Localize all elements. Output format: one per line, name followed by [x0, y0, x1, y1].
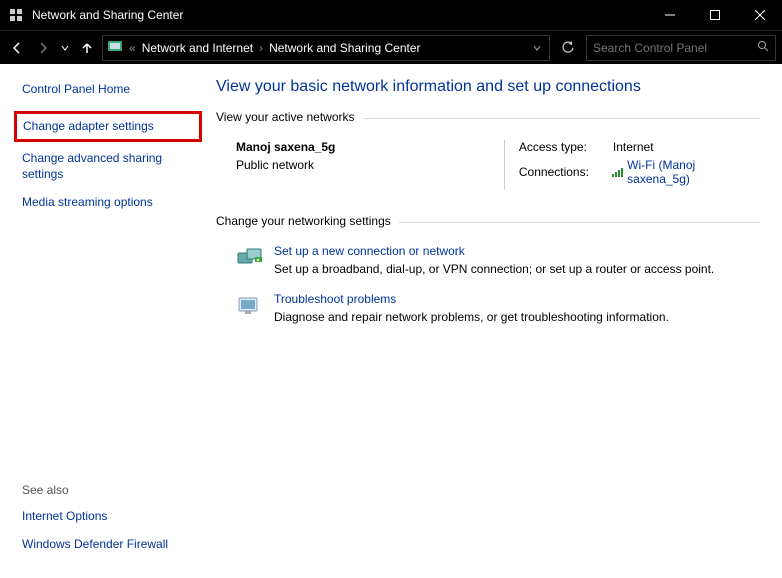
maximize-button[interactable]	[692, 0, 737, 30]
active-network: Manoj saxena_5g Public network Access ty…	[236, 140, 760, 190]
signal-icon	[612, 167, 623, 177]
divider	[399, 222, 760, 223]
sidebar-control-panel-home[interactable]: Control Panel Home	[22, 82, 198, 98]
connections-label: Connections:	[519, 165, 604, 179]
search-input[interactable]	[593, 41, 757, 55]
troubleshoot-link[interactable]: Troubleshoot problems	[274, 292, 669, 306]
address-icon	[107, 38, 123, 57]
close-button[interactable]	[737, 0, 782, 30]
sidebar-defender-firewall[interactable]: Windows Defender Firewall	[22, 537, 168, 553]
search-box[interactable]	[586, 35, 776, 61]
back-button[interactable]	[6, 37, 28, 59]
app-icon	[8, 7, 24, 23]
active-networks-label: View your active networks	[216, 110, 355, 124]
window-title: Network and Sharing Center	[32, 8, 647, 22]
sidebar: Control Panel Home Change adapter settin…	[0, 64, 210, 578]
setup-connection-link[interactable]: Set up a new connection or network	[274, 244, 714, 258]
toolbar: « Network and Internet › Network and Sha…	[0, 30, 782, 64]
sidebar-change-advanced-sharing[interactable]: Change advanced sharing settings	[22, 151, 198, 182]
main-panel: View your basic network information and …	[210, 64, 782, 578]
page-title: View your basic network information and …	[216, 78, 760, 96]
address-prefix: «	[129, 41, 136, 55]
refresh-button[interactable]	[554, 35, 582, 61]
recent-dropdown[interactable]	[58, 37, 72, 59]
content: Control Panel Home Change adapter settin…	[0, 64, 782, 578]
see-also-section: See also Internet Options Windows Defend…	[22, 483, 198, 566]
window-buttons	[647, 0, 782, 30]
up-button[interactable]	[76, 37, 98, 59]
troubleshoot-icon	[236, 294, 264, 318]
breadcrumb-network-internet[interactable]: Network and Internet	[142, 41, 253, 55]
network-name: Manoj saxena_5g	[236, 140, 504, 154]
chevron-right-icon: ›	[259, 41, 263, 55]
access-type-value: Internet	[613, 140, 654, 154]
troubleshoot-item: Troubleshoot problems Diagnose and repai…	[236, 292, 760, 324]
troubleshoot-desc: Diagnose and repair network problems, or…	[274, 310, 669, 324]
minimize-button[interactable]	[647, 0, 692, 30]
forward-button[interactable]	[32, 37, 54, 59]
sidebar-internet-options[interactable]: Internet Options	[22, 509, 107, 525]
address-bar[interactable]: « Network and Internet › Network and Sha…	[102, 35, 550, 61]
see-also-heading: See also	[22, 483, 198, 497]
wifi-connection-link[interactable]: Wi-Fi (Manoj saxena_5g)	[612, 158, 760, 186]
change-settings-header: Change your networking settings	[216, 214, 760, 230]
search-icon	[757, 40, 769, 55]
setup-connection-item: Set up a new connection or network Set u…	[236, 244, 760, 276]
setup-connection-icon	[236, 246, 264, 270]
divider	[363, 118, 760, 119]
network-identity: Manoj saxena_5g Public network	[236, 140, 504, 190]
network-details: Access type: Internet Connections: Wi-Fi…	[504, 140, 760, 190]
address-dropdown-icon[interactable]	[533, 41, 541, 55]
access-type-label: Access type:	[519, 140, 605, 154]
titlebar: Network and Sharing Center	[0, 0, 782, 30]
sidebar-media-streaming[interactable]: Media streaming options	[22, 195, 198, 211]
setup-connection-desc: Set up a broadband, dial-up, or VPN conn…	[274, 262, 714, 276]
network-type: Public network	[236, 158, 504, 172]
breadcrumb-sharing-center[interactable]: Network and Sharing Center	[269, 41, 420, 55]
wifi-connection-text: Wi-Fi (Manoj saxena_5g)	[627, 158, 760, 186]
change-settings-label: Change your networking settings	[216, 214, 391, 228]
sidebar-change-adapter-settings[interactable]: Change adapter settings	[14, 111, 202, 143]
network-settings-list: Set up a new connection or network Set u…	[236, 244, 760, 324]
active-networks-header: View your active networks	[216, 110, 760, 126]
